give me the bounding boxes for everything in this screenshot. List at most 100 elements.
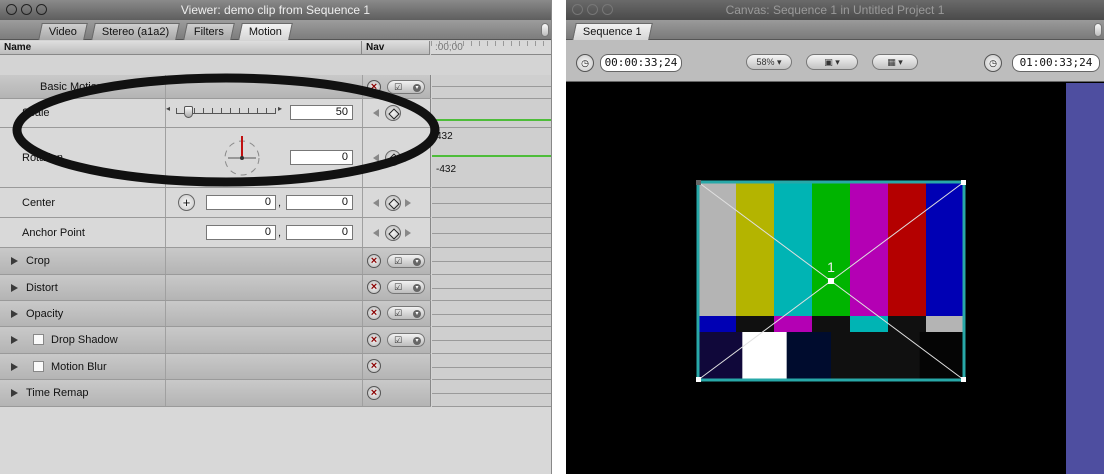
center-point-handle[interactable]: [828, 278, 834, 284]
param-group-time-remap[interactable]: Time Remap ×: [0, 380, 431, 407]
view-mode-popup[interactable]: ▣ ▾: [806, 54, 858, 70]
keyframe-menu-button[interactable]: ☑ ▾: [387, 333, 425, 347]
viewer-titlebar[interactable]: Viewer: demo clip from Sequence 1: [0, 0, 551, 20]
zoom-popup[interactable]: 58% ▾: [746, 54, 792, 70]
add-keyframe-button[interactable]: [385, 105, 401, 121]
tab-video[interactable]: Video: [38, 23, 88, 40]
motion-blur-checkbox[interactable]: [33, 360, 44, 372]
rotation-input[interactable]: 0: [290, 150, 353, 165]
disclosure-triangle-icon[interactable]: [11, 257, 18, 265]
tab-filters[interactable]: Filters: [183, 23, 235, 40]
center-x-input[interactable]: 0: [206, 195, 276, 210]
coordinate-separator: ,: [278, 197, 282, 209]
reset-icon[interactable]: ×: [367, 254, 381, 268]
canvas-titlebar[interactable]: Canvas: Sequence 1 in Untitled Project 1: [566, 0, 1104, 20]
keyframe-menu-button[interactable]: ☑ ▾: [387, 306, 425, 320]
param-group-motion-blur[interactable]: Motion Blur ×: [0, 354, 431, 380]
column-header-nav[interactable]: Nav: [362, 41, 430, 55]
canvas-video-frame[interactable]: 1: [566, 83, 1066, 474]
window-controls: [6, 4, 47, 15]
next-keyframe-icon[interactable]: [405, 199, 411, 207]
color-bar-castellation: [774, 316, 813, 332]
total-timecode-field[interactable]: 01:00:33;24: [1012, 54, 1100, 72]
reset-icon[interactable]: ×: [367, 306, 381, 320]
ruler-ticks: [431, 41, 551, 46]
param-group-drop-shadow[interactable]: Drop Shadow × ☑ ▾: [0, 327, 431, 354]
prev-keyframe-icon[interactable]: [373, 109, 379, 117]
corner-handle-bottom-left[interactable]: [696, 377, 701, 382]
keyframe-menu-button[interactable]: ☑ ▾: [387, 254, 425, 268]
disclosure-triangle-icon[interactable]: [11, 283, 18, 292]
column-header-name[interactable]: Name: [0, 41, 362, 55]
param-group-opacity[interactable]: Opacity × ☑ ▾: [0, 301, 431, 327]
crosshair-target-icon[interactable]: +: [178, 194, 195, 211]
current-timecode-field[interactable]: 00:00:33;24: [600, 54, 682, 72]
toolbar-toggle-button[interactable]: [541, 23, 549, 37]
corner-handle-top-left[interactable]: [696, 180, 701, 185]
keyframe-track-anchor[interactable]: [432, 218, 551, 248]
anchor-x-input[interactable]: 0: [206, 225, 276, 240]
add-keyframe-button[interactable]: [385, 225, 401, 241]
close-window-button[interactable]: [572, 4, 583, 15]
display-options-popup[interactable]: ▦ ▾: [872, 54, 918, 70]
anchor-y-input[interactable]: 0: [286, 225, 353, 240]
keyframe-track-distort[interactable]: [432, 275, 551, 301]
keyframe-track-rotation[interactable]: 432 -432: [432, 128, 551, 188]
keyframe-track-basic-motion[interactable]: [432, 75, 551, 99]
param-group-crop[interactable]: Crop × ☑ ▾: [0, 248, 431, 275]
reset-icon[interactable]: ×: [367, 386, 381, 400]
keyframe-menu-button[interactable]: ☑ ▾: [387, 280, 425, 294]
keyframe-track-center[interactable]: [432, 188, 551, 218]
disclosure-triangle-icon[interactable]: [11, 336, 18, 344]
disclosure-triangle-icon[interactable]: [11, 362, 18, 371]
viewer-title: Viewer: demo clip from Sequence 1: [180, 3, 371, 17]
minimize-window-button[interactable]: [21, 4, 32, 15]
drop-shadow-checkbox[interactable]: [33, 334, 44, 345]
close-window-button[interactable]: [6, 4, 17, 15]
param-row-anchor-point: Anchor Point 0 , 0: [0, 218, 431, 248]
reset-icon[interactable]: ×: [367, 80, 381, 94]
reset-icon[interactable]: ×: [367, 280, 381, 294]
disclosure-triangle-icon[interactable]: [11, 389, 18, 397]
keyframe-track-drop-shadow[interactable]: [432, 327, 551, 354]
param-group-distort[interactable]: Distort × ☑ ▾: [0, 275, 431, 301]
minimize-window-button[interactable]: [587, 4, 598, 15]
tab-stereo[interactable]: Stereo (a1a2): [91, 23, 181, 40]
zoom-window-button[interactable]: [36, 4, 47, 15]
slider-right-arrow-icon[interactable]: ▸: [278, 104, 282, 113]
keyframe-track-crop[interactable]: [432, 248, 551, 275]
add-keyframe-button[interactable]: [385, 195, 401, 211]
add-keyframe-button[interactable]: [385, 150, 401, 166]
next-keyframe-icon[interactable]: [405, 154, 411, 162]
pluge-block: [919, 332, 965, 380]
toolbar-toggle-button[interactable]: [1094, 23, 1102, 37]
corner-handle-top-right[interactable]: [961, 180, 966, 185]
reset-icon[interactable]: ×: [367, 333, 381, 347]
tab-sequence-1[interactable]: Sequence 1: [572, 23, 653, 40]
prev-keyframe-icon[interactable]: [373, 199, 379, 207]
timeline-ruler[interactable]: :00;00: [431, 41, 551, 55]
color-bar-castellation: [736, 316, 775, 332]
keyframe-menu-button[interactable]: ☑ ▾: [387, 80, 425, 94]
rotation-dial-icon[interactable]: [218, 134, 266, 182]
keyframe-track-opacity[interactable]: [432, 301, 551, 327]
color-bars-clip[interactable]: 1: [696, 180, 966, 382]
prev-keyframe-icon[interactable]: [373, 229, 379, 237]
scale-slider-thumb[interactable]: [184, 106, 193, 118]
prev-keyframe-icon[interactable]: [373, 154, 379, 162]
keyframe-track-time-remap[interactable]: [432, 380, 551, 407]
slider-left-arrow-icon[interactable]: ◂: [166, 104, 170, 113]
keyframe-track-scale[interactable]: [432, 99, 551, 128]
keyframe-track-motion-blur[interactable]: [432, 354, 551, 380]
param-group-basic-motion[interactable]: Basic Motion × ☑ ▾: [0, 75, 431, 99]
scale-input[interactable]: 50: [290, 105, 353, 120]
pluge-block: [831, 332, 876, 380]
center-y-input[interactable]: 0: [286, 195, 353, 210]
tab-motion[interactable]: Motion: [238, 23, 293, 40]
disclosure-triangle-icon[interactable]: [11, 309, 18, 318]
pluge-block: [742, 332, 788, 380]
corner-handle-bottom-right[interactable]: [961, 377, 966, 382]
next-keyframe-icon[interactable]: [405, 229, 411, 237]
zoom-window-button[interactable]: [602, 4, 613, 15]
reset-icon[interactable]: ×: [367, 359, 381, 373]
